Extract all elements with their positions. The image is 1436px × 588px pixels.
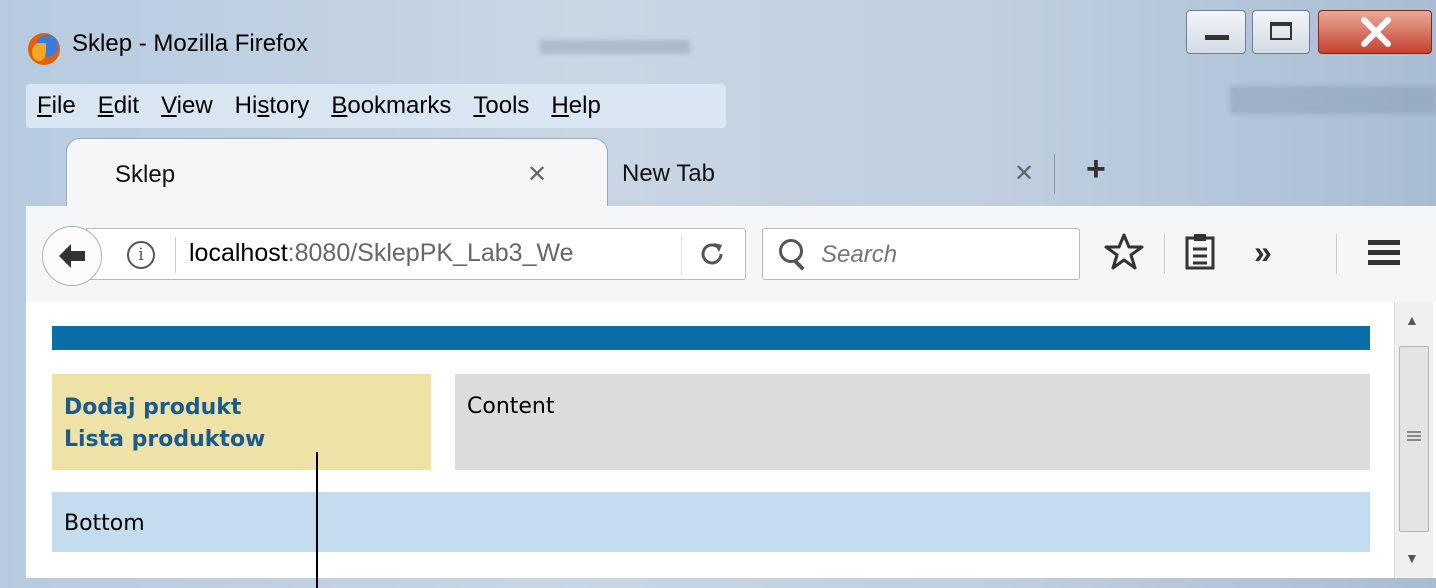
reload-icon bbox=[701, 243, 723, 265]
footer-text: Bottom bbox=[64, 511, 145, 536]
menu-help[interactable]: Help bbox=[540, 84, 611, 128]
menu-tools[interactable]: Tools bbox=[462, 84, 540, 128]
close-tab-icon[interactable]: ✕ bbox=[1014, 159, 1034, 188]
search-box[interactable]: Search bbox=[762, 228, 1080, 280]
page-content: Content bbox=[455, 374, 1370, 470]
maximize-icon bbox=[1270, 22, 1292, 40]
search-icon bbox=[779, 239, 803, 263]
reading-list-icon[interactable] bbox=[1182, 232, 1218, 272]
site-info-icon[interactable]: i bbox=[127, 241, 155, 269]
bookmark-star-icon[interactable] bbox=[1104, 232, 1144, 272]
browser-window: Sklep - Mozilla Firefox File Edit View H… bbox=[0, 0, 1436, 588]
minimize-button[interactable] bbox=[1186, 10, 1246, 54]
page-footer: Bottom bbox=[52, 492, 1370, 552]
scroll-down-icon[interactable]: ▼ bbox=[1405, 550, 1419, 566]
add-product-link[interactable]: Dodaj produkt bbox=[64, 392, 431, 424]
menu-bookmarks[interactable]: Bookmarks bbox=[320, 84, 462, 128]
page-viewport: Dodaj produkt Lista produktow Content Bo… bbox=[26, 302, 1436, 578]
text-cursor bbox=[316, 452, 318, 588]
page-header-strip bbox=[52, 326, 1370, 350]
new-tab-button[interactable]: + bbox=[1086, 150, 1106, 189]
menu-edit[interactable]: Edit bbox=[87, 84, 150, 128]
reload-button[interactable] bbox=[681, 235, 742, 275]
toolbar-separator bbox=[1164, 234, 1165, 274]
page-menu: Dodaj produkt Lista produktow bbox=[52, 374, 431, 470]
toolbar-overflow-icon[interactable]: » bbox=[1254, 234, 1272, 271]
tab-sklep[interactable]: Sklep ✕ bbox=[66, 138, 608, 208]
close-tab-icon[interactable]: ✕ bbox=[527, 160, 547, 189]
scrollbar-thumb[interactable] bbox=[1399, 346, 1429, 532]
back-button[interactable] bbox=[42, 226, 102, 286]
grip-icon bbox=[1407, 435, 1421, 437]
firefox-logo-icon bbox=[28, 33, 60, 65]
tab-separator bbox=[1054, 154, 1055, 194]
tab-label: New Tab bbox=[622, 160, 715, 187]
close-window-button[interactable] bbox=[1318, 10, 1432, 54]
menu-view[interactable]: View bbox=[150, 84, 224, 128]
navigation-toolbar: i localhost:8080/SklepPK_Lab3_We Search bbox=[26, 206, 1436, 303]
tab-new-tab[interactable]: New Tab ✕ bbox=[586, 138, 1056, 208]
minimize-icon bbox=[1205, 35, 1229, 40]
title-bar: Sklep - Mozilla Firefox bbox=[0, 0, 1436, 86]
toolbar-separator bbox=[1336, 234, 1337, 274]
hamburger-menu-icon[interactable] bbox=[1364, 232, 1404, 272]
product-list-link[interactable]: Lista produktow bbox=[64, 424, 431, 456]
scroll-up-icon[interactable]: ▲ bbox=[1405, 312, 1419, 328]
url-text[interactable]: localhost:8080/SklepPK_Lab3_We bbox=[189, 239, 574, 268]
search-placeholder: Search bbox=[821, 241, 898, 268]
menu-bar: File Edit View History Bookmarks Tools H… bbox=[26, 84, 726, 128]
close-icon bbox=[1361, 17, 1391, 47]
url-separator bbox=[175, 237, 176, 273]
menu-history[interactable]: History bbox=[224, 84, 321, 128]
vertical-scrollbar[interactable]: ▲ ▼ bbox=[1394, 302, 1433, 578]
url-bar[interactable]: i localhost:8080/SklepPK_Lab3_We bbox=[86, 228, 746, 280]
background-blur bbox=[1230, 86, 1436, 114]
window-title: Sklep - Mozilla Firefox bbox=[72, 30, 309, 57]
tab-strip: Sklep ✕ New Tab ✕ + bbox=[26, 138, 1436, 208]
content-text: Content bbox=[467, 394, 555, 419]
tab-label: Sklep bbox=[115, 161, 176, 188]
maximize-button[interactable] bbox=[1252, 10, 1310, 54]
back-arrow-icon bbox=[59, 244, 85, 268]
menu-file[interactable]: File bbox=[26, 84, 87, 128]
